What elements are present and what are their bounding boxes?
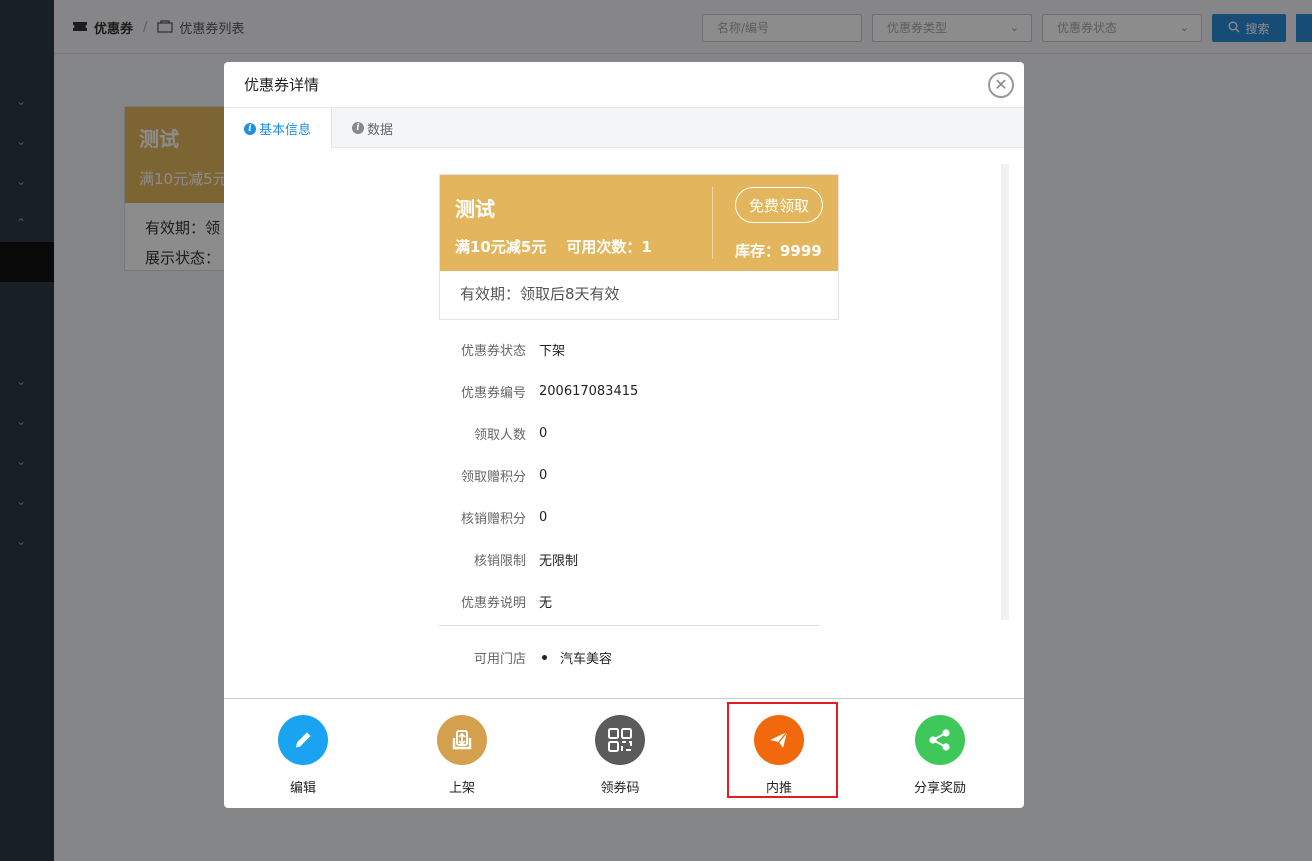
modal-tabs: i 基本信息 i 数据 — [224, 108, 1024, 149]
coupon-validity: 有效期：领取后8天有效 — [460, 285, 620, 303]
coupon-details: 优惠券状态 下架 优惠券编号 200617083415 领取人数 0 领取赠积分… — [439, 328, 839, 622]
pencil-icon — [278, 715, 328, 765]
scrollbar[interactable] — [1001, 164, 1009, 620]
detail-value: 0 — [539, 425, 548, 441]
internal-push-label: 内推 — [765, 781, 792, 796]
coupon-code-label: 领券码 — [600, 781, 640, 796]
stores-key: 可用门店 — [473, 652, 526, 667]
edit-label: 编辑 — [289, 781, 316, 796]
detail-value: 200617083415 — [539, 383, 639, 399]
share-icon — [915, 715, 965, 765]
detail-row: 领取赠积分 0 — [439, 454, 839, 496]
coupon-preview: 测试 满10元减5元 可用次数：1 免费领取 库存：9999 有效期：领取后8天… — [439, 174, 839, 320]
detail-row: 优惠券说明 无 — [439, 580, 839, 622]
detail-value: 0 — [539, 467, 548, 483]
coupon-detail-modal: 优惠券详情 ✕ i 基本信息 i 数据 测试 满10元减5元 可用次数：1 免费… — [224, 62, 1024, 808]
detail-key: 核销赠积分 — [460, 511, 526, 527]
coupon-condition: 满10元减5元 — [455, 238, 547, 256]
coupon-divider — [712, 187, 713, 259]
free-claim-button[interactable]: 免费领取 — [735, 187, 823, 223]
coupon-code-button[interactable]: 领券码 — [565, 715, 675, 796]
modal-content: 测试 满10元减5元 可用次数：1 免费领取 库存：9999 有效期：领取后8天… — [224, 148, 1024, 698]
info-icon: i — [244, 122, 256, 135]
modal-header: 优惠券详情 ✕ — [224, 62, 1024, 108]
publish-label: 上架 — [448, 781, 475, 796]
edit-button[interactable]: 编辑 — [248, 715, 358, 796]
tab-label: 数据 — [367, 122, 394, 138]
paper-plane-icon — [754, 715, 804, 765]
info-icon: i — [352, 122, 365, 134]
coupon-preview-header: 测试 满10元减5元 可用次数：1 免费领取 库存：9999 — [440, 175, 838, 271]
qrcode-icon — [595, 715, 645, 765]
bullet-icon — [542, 655, 547, 660]
upload-box-icon — [437, 715, 487, 765]
coupon-desc: 满10元减5元 可用次数：1 — [455, 236, 652, 257]
detail-key: 领取赠积分 — [460, 469, 526, 485]
divider — [439, 625, 819, 626]
coupon-stock: 库存：9999 — [735, 242, 822, 260]
tab-data[interactable]: i 数据 — [332, 108, 413, 148]
modal-title: 优惠券详情 — [244, 76, 320, 94]
detail-row: 领取人数 0 — [439, 412, 839, 454]
share-reward-button[interactable]: 分享奖励 — [885, 715, 995, 796]
detail-key: 优惠券说明 — [460, 595, 526, 611]
coupon-name: 测试 — [455, 197, 495, 221]
store-item: 汽车美容 — [560, 652, 613, 667]
detail-key: 优惠券状态 — [460, 343, 526, 359]
detail-value: 0 — [539, 509, 548, 525]
close-button[interactable]: ✕ — [988, 71, 1014, 98]
detail-key: 领取人数 — [473, 427, 526, 443]
available-stores: 可用门店 汽车美容 — [439, 648, 612, 667]
detail-row: 核销限制 无限制 — [439, 538, 839, 580]
tab-label: 基本信息 — [259, 123, 312, 138]
detail-key: 优惠券编号 — [460, 385, 526, 401]
detail-row: 优惠券状态 下架 — [439, 328, 839, 370]
coupon-usage: 可用次数：1 — [566, 238, 652, 256]
detail-value: 无限制 — [539, 553, 579, 569]
action-bar: 编辑 上架 领券码 内推 分享奖励 — [224, 698, 1024, 808]
publish-button[interactable]: 上架 — [407, 715, 517, 796]
detail-value: 下架 — [539, 343, 566, 359]
share-reward-label: 分享奖励 — [913, 781, 966, 796]
detail-value: 无 — [539, 595, 553, 611]
close-icon: ✕ — [994, 74, 1008, 94]
detail-key: 核销限制 — [473, 553, 526, 569]
detail-row: 核销赠积分 0 — [439, 496, 839, 538]
internal-push-button[interactable]: 内推 — [724, 715, 834, 796]
tab-basic-info[interactable]: i 基本信息 — [224, 108, 333, 149]
detail-row: 优惠券编号 200617083415 — [439, 370, 839, 412]
